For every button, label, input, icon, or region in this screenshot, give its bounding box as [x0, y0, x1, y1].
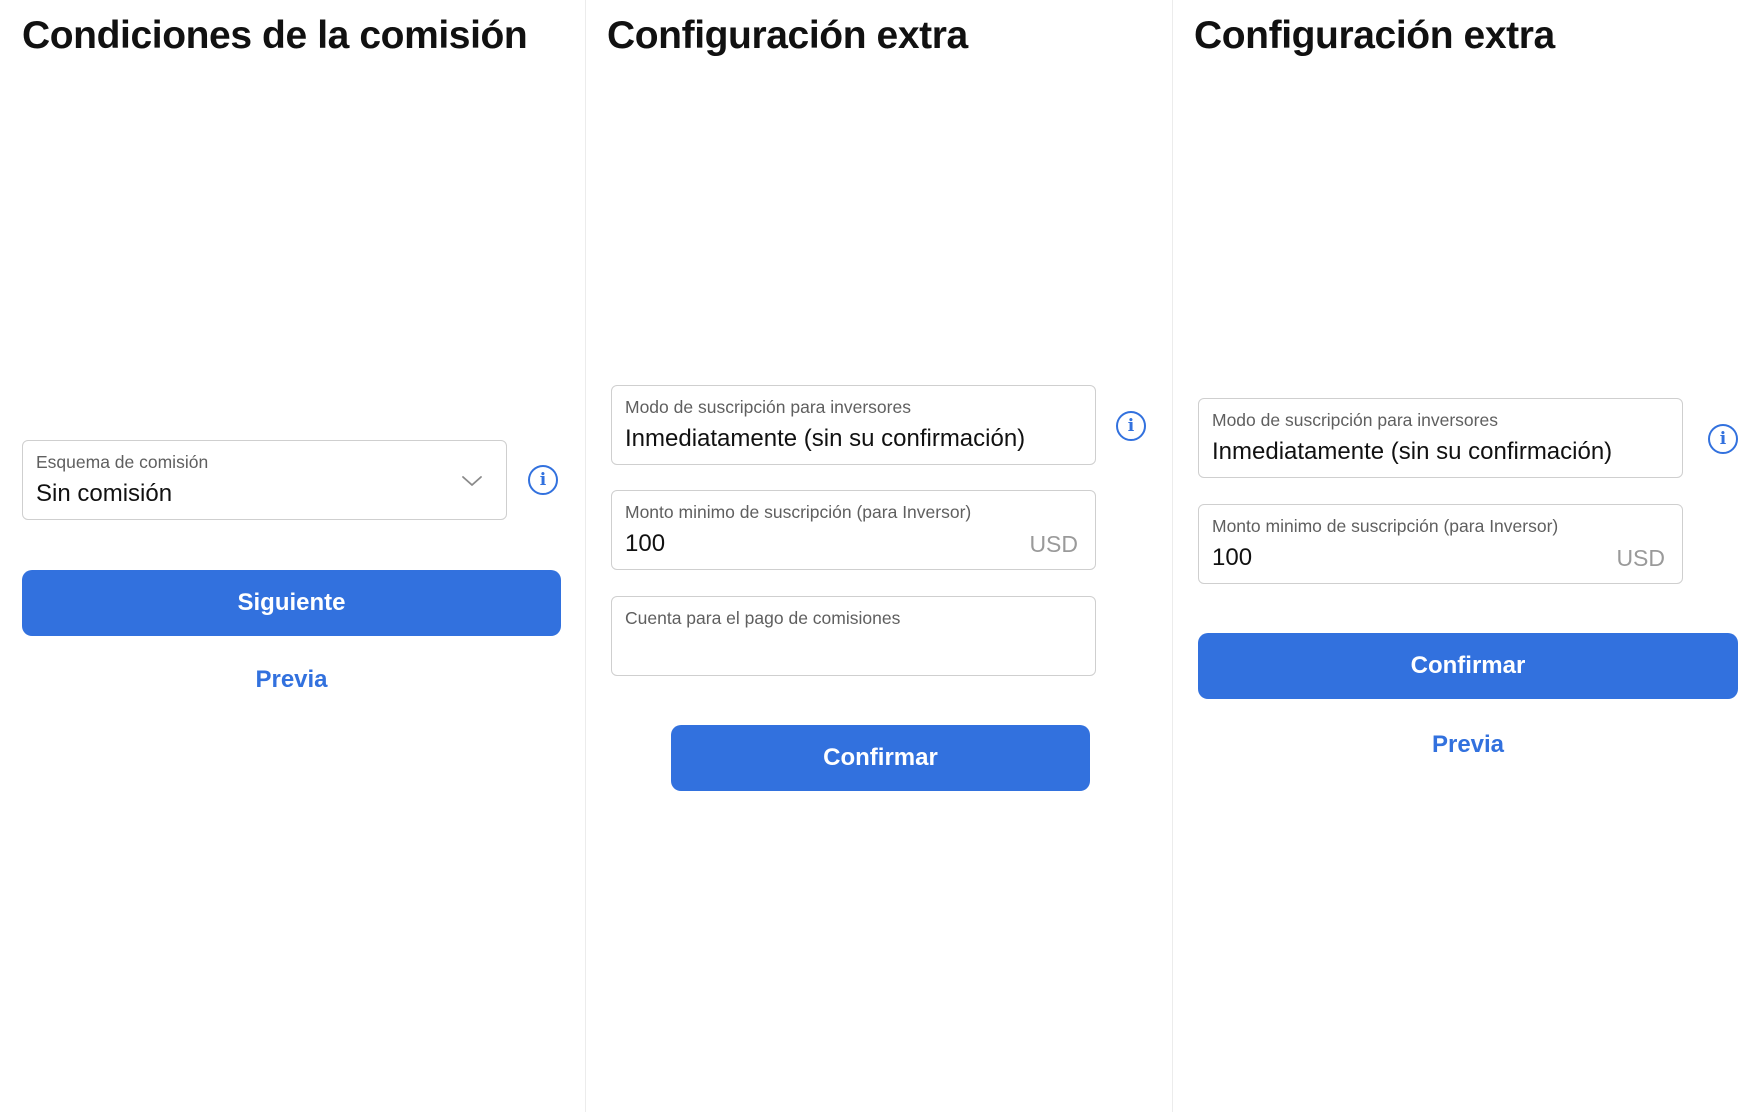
info-icon[interactable]: i — [1116, 411, 1146, 441]
page-title: Configuración extra — [1194, 14, 1555, 57]
min-subscription-field[interactable]: Monto minimo de suscripción (para Invers… — [611, 490, 1096, 570]
min-subscription-label: Monto minimo de suscripción (para Invers… — [1212, 516, 1559, 536]
info-icon[interactable]: i — [1708, 424, 1738, 454]
extra-settings-panel: Configuración extra Modo de suscripción … — [585, 0, 1171, 1112]
min-subscription-value: 100 — [625, 530, 666, 557]
chevron-down-icon[interactable] — [460, 469, 484, 493]
confirm-button[interactable]: Confirmar — [671, 725, 1090, 791]
currency-suffix: USD — [1616, 545, 1665, 571]
page-title: Condiciones de la comisión — [22, 14, 528, 57]
min-subscription-value: 100 — [1212, 544, 1253, 571]
subscription-mode-field[interactable]: Modo de suscripción para inversores Inme… — [1198, 398, 1683, 478]
subscription-mode-value: Inmediatamente (sin su confirmación) — [625, 425, 1026, 452]
commission-scheme-select[interactable]: Esquema de comisión Sin comisión — [22, 440, 507, 520]
page-title: Configuración extra — [607, 14, 968, 57]
previous-link[interactable]: Previa — [22, 666, 561, 694]
fee-account-field[interactable]: Cuenta para el pago de comisiones — [611, 596, 1096, 676]
previous-link[interactable]: Previa — [1198, 731, 1738, 759]
min-subscription-field[interactable]: Monto minimo de suscripción (para Invers… — [1198, 504, 1683, 584]
subscription-mode-value: Inmediatamente (sin su confirmación) — [1212, 438, 1613, 465]
subscription-mode-label: Modo de suscripción para inversores — [625, 397, 911, 417]
min-subscription-label: Monto minimo de suscripción (para Invers… — [625, 502, 972, 522]
confirm-button[interactable]: Confirmar — [1198, 633, 1738, 699]
currency-suffix: USD — [1029, 531, 1078, 557]
info-icon[interactable]: i — [528, 465, 558, 495]
commission-scheme-value: Sin comisión — [36, 480, 173, 507]
commission-conditions-panel: Condiciones de la comisión Esquema de co… — [0, 0, 584, 1112]
commission-scheme-label: Esquema de comisión — [36, 452, 209, 472]
subscription-mode-field[interactable]: Modo de suscripción para inversores Inme… — [611, 385, 1096, 465]
next-button[interactable]: Siguiente — [22, 570, 561, 636]
subscription-mode-label: Modo de suscripción para inversores — [1212, 410, 1498, 430]
extra-settings-panel: Configuración extra Modo de suscripción … — [1172, 0, 1752, 1112]
fee-account-label: Cuenta para el pago de comisiones — [625, 608, 901, 628]
